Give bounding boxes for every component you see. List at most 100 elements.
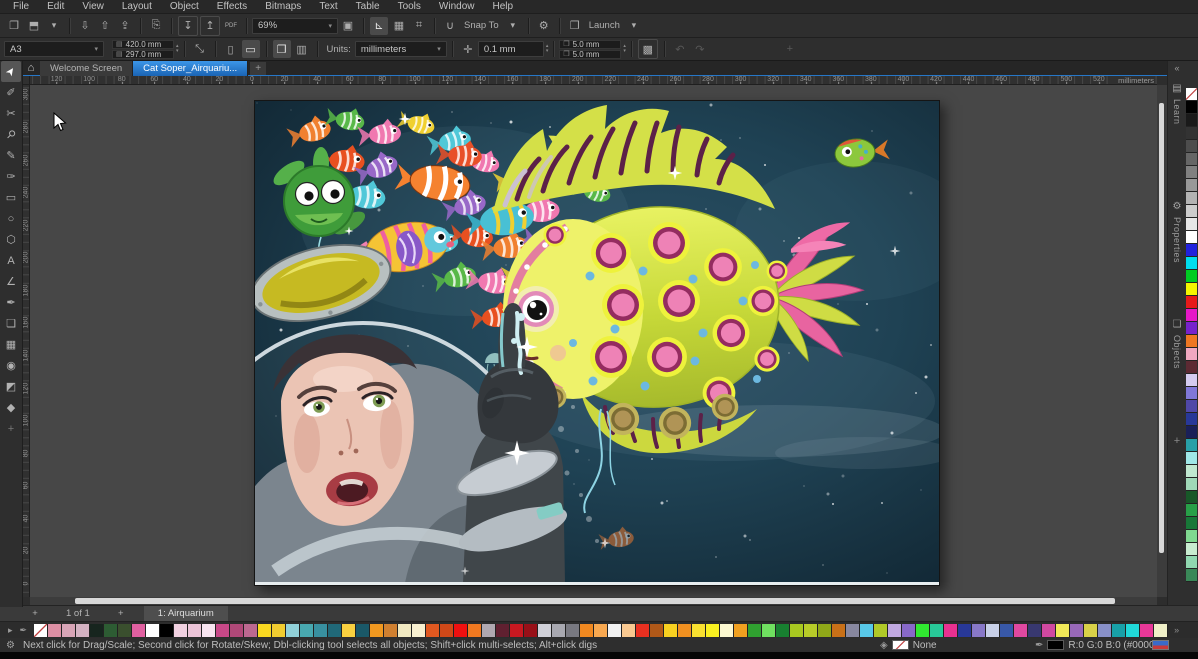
outline-status[interactable]: ✒ R:0 G:0 B:0 (#000000): [1035, 640, 1169, 651]
duplicate-stepper[interactable]: ▴▾: [623, 44, 626, 54]
color-swatch[interactable]: [62, 624, 76, 637]
new-document-icon[interactable]: ❐: [5, 17, 23, 35]
color-swatch[interactable]: [1186, 400, 1197, 413]
color-swatch[interactable]: [580, 624, 594, 637]
color-swatch[interactable]: [524, 624, 538, 637]
fill-status[interactable]: ◈ None: [880, 640, 937, 651]
color-swatch[interactable]: [958, 624, 972, 637]
polygon-tool[interactable]: ⬡: [1, 229, 21, 250]
launch-dropdown-icon[interactable]: ▾: [625, 17, 643, 35]
color-swatch[interactable]: [1186, 309, 1197, 322]
palette-scroll-icon[interactable]: ▸: [8, 625, 13, 636]
dimension-tool[interactable]: ∠: [1, 271, 21, 292]
color-swatch[interactable]: [1028, 624, 1042, 637]
menu-object[interactable]: Object: [161, 1, 208, 12]
color-swatch[interactable]: [342, 624, 356, 637]
color-swatch[interactable]: [104, 624, 118, 637]
export-icon[interactable]: ↥: [200, 16, 220, 36]
color-swatch[interactable]: [706, 624, 720, 637]
color-swatch[interactable]: [132, 624, 146, 637]
color-swatch[interactable]: [762, 624, 776, 637]
color-swatch[interactable]: [1186, 270, 1197, 283]
color-swatch[interactable]: [846, 624, 860, 637]
color-swatch[interactable]: [440, 624, 454, 637]
open-dropdown-icon[interactable]: ▾: [45, 17, 63, 35]
color-swatch[interactable]: [1098, 624, 1112, 637]
color-swatch[interactable]: [1126, 624, 1140, 637]
customize-plus-icon[interactable]: +: [781, 40, 799, 58]
canvas-area[interactable]: [30, 85, 1157, 597]
pick-tool[interactable]: ➤: [1, 61, 21, 82]
docker-tab-objects[interactable]: ❏Objects: [1172, 311, 1182, 429]
color-swatch[interactable]: [608, 624, 622, 637]
units-combo[interactable]: millimeters ▾: [355, 41, 447, 57]
color-swatch[interactable]: [1186, 322, 1197, 335]
color-swatch[interactable]: [384, 624, 398, 637]
smart-fill-tool[interactable]: ◆: [1, 397, 21, 418]
docker-collapse-icon[interactable]: «: [1174, 61, 1179, 75]
color-swatch[interactable]: [1186, 205, 1197, 218]
color-swatch[interactable]: [1186, 335, 1197, 348]
menu-edit[interactable]: Edit: [38, 1, 73, 12]
color-swatch[interactable]: [1000, 624, 1014, 637]
color-swatch[interactable]: [566, 624, 580, 637]
color-swatch[interactable]: [1186, 140, 1197, 153]
duplicate-x-field[interactable]: ❒ 5.0 mm: [559, 40, 621, 49]
color-swatch[interactable]: [804, 624, 818, 637]
color-swatch[interactable]: [1042, 624, 1056, 637]
color-swatch[interactable]: [1186, 543, 1197, 556]
nudge-distance-field[interactable]: 0.1 mm: [478, 41, 544, 57]
color-swatch[interactable]: [496, 624, 510, 637]
color-swatch[interactable]: [1112, 624, 1126, 637]
color-swatch[interactable]: [1186, 478, 1197, 491]
color-swatch[interactable]: [1154, 624, 1168, 637]
zoom-level-combo[interactable]: 69% ▾: [252, 18, 338, 34]
pen-tool[interactable]: ✒: [1, 292, 21, 313]
color-swatch[interactable]: [860, 624, 874, 637]
color-swatch[interactable]: [370, 624, 384, 637]
all-pages-icon[interactable]: ❐: [273, 40, 291, 58]
color-swatch[interactable]: [1186, 374, 1197, 387]
docker-add-button[interactable]: +: [1174, 435, 1180, 447]
color-swatch[interactable]: [734, 624, 748, 637]
color-swatch[interactable]: [832, 624, 846, 637]
paste-icon[interactable]: ⎘: [147, 17, 165, 35]
freehand-tool[interactable]: ✎: [1, 145, 21, 166]
color-swatch[interactable]: [874, 624, 888, 637]
fullscreen-preview-icon[interactable]: ▣: [339, 17, 357, 35]
color-swatch[interactable]: [538, 624, 552, 637]
palette-overflow-icon[interactable]: »: [1174, 625, 1179, 635]
color-swatch[interactable]: [216, 624, 230, 637]
document-page[interactable]: [254, 100, 940, 586]
color-swatch[interactable]: [1186, 556, 1197, 569]
color-swatch[interactable]: [356, 624, 370, 637]
color-swatch[interactable]: [664, 624, 678, 637]
menu-effects[interactable]: Effects: [208, 1, 256, 12]
tab-welcome-screen[interactable]: Welcome Screen: [40, 61, 133, 76]
nudge-stepper[interactable]: ▴▾: [546, 44, 549, 54]
color-swatch[interactable]: [552, 624, 566, 637]
share-icon[interactable]: ⇪: [116, 17, 134, 35]
horizontal-scrollbar-thumb[interactable]: [75, 598, 1115, 604]
ellipse-tool[interactable]: ○: [1, 208, 21, 229]
snap-to-label[interactable]: Snap To: [464, 20, 499, 31]
color-swatch[interactable]: [412, 624, 426, 637]
launch-label[interactable]: Launch: [589, 20, 620, 31]
vertical-ruler[interactable]: 0204060801001201401601802002202402602803…: [22, 85, 30, 597]
mesh-fill-tool[interactable]: ▦: [1, 334, 21, 355]
duplicate-y-field[interactable]: ❒ 5.0 mm: [559, 50, 621, 59]
cloud-upload-icon[interactable]: ⇧: [96, 17, 114, 35]
shape-tool[interactable]: ✐: [1, 82, 21, 103]
color-swatch[interactable]: [286, 624, 300, 637]
color-swatch[interactable]: [790, 624, 804, 637]
home-icon[interactable]: ⌂: [22, 62, 40, 74]
color-swatch[interactable]: [1186, 439, 1197, 452]
scale-icon[interactable]: ⤡: [191, 40, 209, 58]
color-swatch[interactable]: [258, 624, 272, 637]
color-swatch[interactable]: [90, 624, 104, 637]
current-page-icon[interactable]: ▥: [293, 40, 311, 58]
color-swatch[interactable]: [1186, 218, 1197, 231]
vertical-scrollbar[interactable]: [1157, 85, 1167, 597]
docker-tab-properties[interactable]: ⚙Properties: [1172, 193, 1182, 311]
page-size-stepper[interactable]: ▴▾: [176, 44, 179, 54]
